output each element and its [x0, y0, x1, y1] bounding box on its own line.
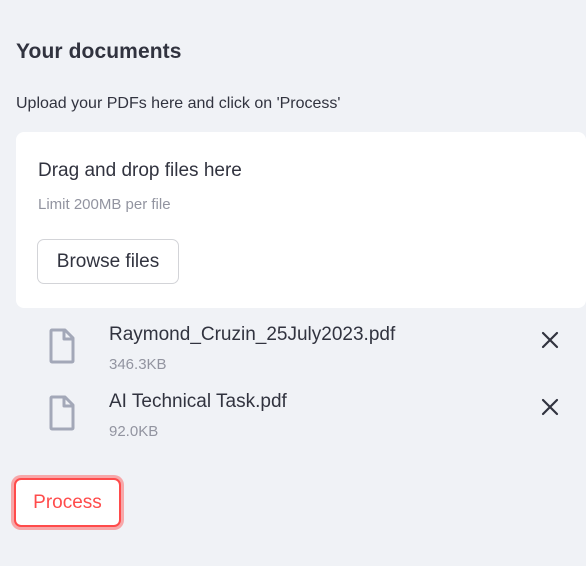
file-name: Raymond_Cruzin_25July2023.pdf — [109, 324, 396, 345]
close-icon — [541, 398, 559, 416]
uploaded-file-item: Raymond_Cruzin_25July2023.pdf 346.3KB — [16, 318, 586, 378]
uploaded-file-item: AI Technical Task.pdf 92.0KB — [16, 385, 586, 445]
file-dropzone[interactable]: Drag and drop files here Limit 200MB per… — [16, 132, 586, 308]
file-size-limit: Limit 200MB per file — [38, 196, 171, 213]
section-title: Your documents — [16, 40, 182, 63]
dropzone-title: Drag and drop files here — [38, 160, 242, 181]
file-icon — [48, 328, 76, 364]
upload-instruction: Upload your PDFs here and click on 'Proc… — [16, 95, 341, 112]
browse-files-button[interactable]: Browse files — [37, 239, 179, 284]
file-name: AI Technical Task.pdf — [109, 391, 287, 412]
file-icon — [48, 395, 76, 431]
remove-file-button[interactable] — [536, 326, 564, 354]
file-size: 346.3KB — [109, 356, 167, 373]
remove-file-button[interactable] — [536, 393, 564, 421]
close-icon — [541, 331, 559, 349]
file-size: 92.0KB — [109, 423, 159, 440]
process-button[interactable]: Process — [14, 478, 121, 527]
